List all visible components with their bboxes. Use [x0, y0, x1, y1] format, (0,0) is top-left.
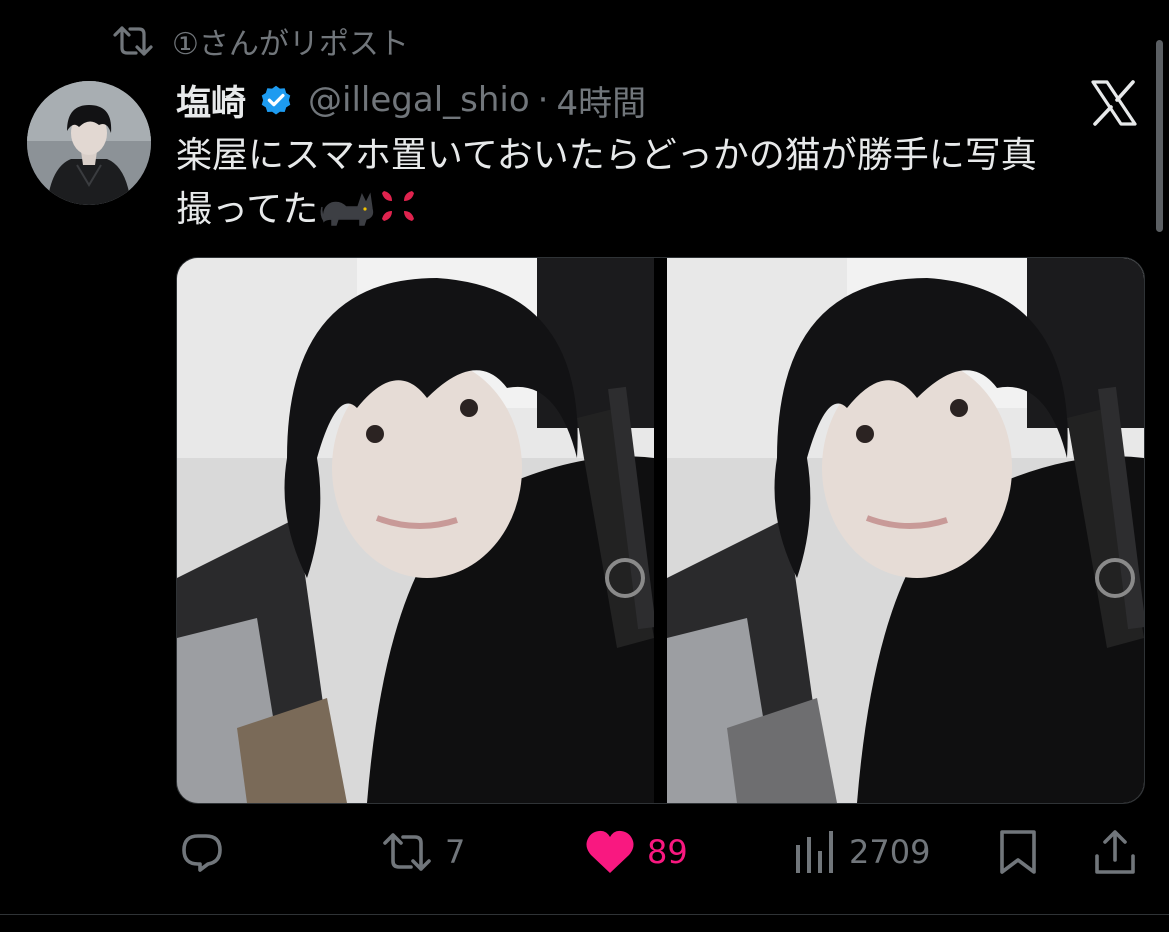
photo-1[interactable]: [177, 258, 654, 803]
verified-badge-icon: [261, 85, 291, 115]
tweet-text-line-1: 楽屋にスマホ置いておいたらどっかの猫が勝手に写真: [176, 135, 1037, 176]
avatar[interactable]: [27, 81, 151, 205]
views-button[interactable]: 2709: [793, 822, 930, 882]
tweet-header: 塩崎 @illegal_shio · 4時間: [176, 74, 646, 126]
photo-2[interactable]: [667, 258, 1144, 803]
views-count: 2709: [849, 833, 931, 871]
tweet-page: ①さんがリポスト 塩崎 @illegal_shio · 4時間 楽屋にスマホ置い…: [0, 0, 1169, 932]
user-handle[interactable]: @illegal_shio: [308, 80, 530, 120]
photo-2-image: [667, 258, 1144, 803]
share-icon: [1095, 830, 1135, 874]
tweet-text-line-2-text: 撮ってた: [176, 189, 319, 230]
media-grid: [176, 257, 1145, 804]
like-button[interactable]: 89: [585, 822, 688, 882]
tweet-text-line-2: 撮ってた: [176, 183, 1136, 237]
repost-button[interactable]: 7: [381, 822, 465, 882]
heart-filled-icon: [586, 830, 634, 873]
bookmark-button[interactable]: [997, 822, 1039, 882]
repost-icon: [383, 833, 431, 871]
reply-icon: [182, 834, 222, 872]
views-bar-chart-icon: [796, 831, 833, 873]
photo-1-image: [177, 258, 654, 803]
repost-count: 7: [445, 833, 466, 871]
scrollbar[interactable]: [1156, 40, 1163, 232]
black-cat-emoji: [320, 192, 374, 226]
separator-dot: ·: [537, 80, 549, 120]
avatar-image: [27, 81, 151, 205]
bookmark-icon: [1000, 830, 1036, 874]
share-button[interactable]: [1093, 822, 1137, 882]
anger-symbol-emoji: [382, 191, 415, 221]
timestamp[interactable]: 4時間: [556, 76, 646, 125]
display-name[interactable]: 塩崎: [176, 75, 246, 126]
repost-context[interactable]: ①さんがリポスト: [112, 20, 409, 62]
repost-icon: [113, 26, 153, 56]
tweet-text: 楽屋にスマホ置いておいたらどっかの猫が勝手に写真 撮ってた: [176, 129, 1136, 237]
repost-context-text: ①さんがリポスト: [172, 27, 409, 62]
action-bar: 7 89 2709: [0, 822, 1169, 882]
divider: [0, 914, 1169, 915]
like-count: 89: [647, 833, 688, 871]
reply-button[interactable]: [178, 822, 226, 882]
x-logo-icon: [1091, 80, 1137, 126]
